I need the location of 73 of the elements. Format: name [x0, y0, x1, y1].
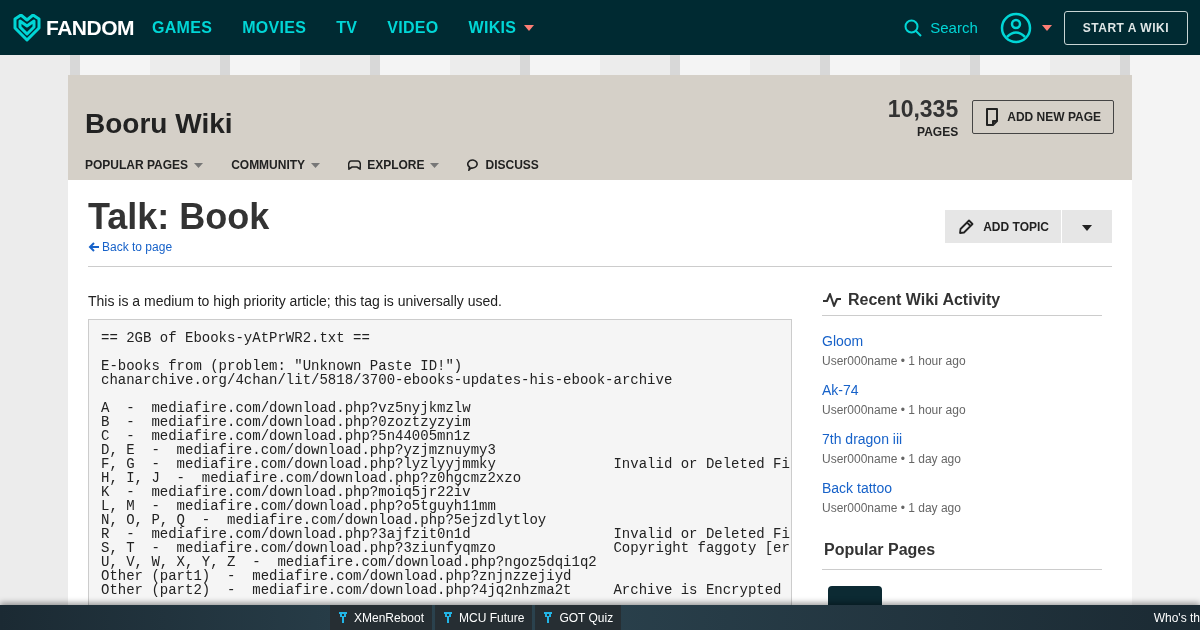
nav-link[interactable]: TV [336, 18, 358, 37]
activity-page-link[interactable]: Back tattoo [822, 480, 893, 496]
caret-icon [430, 162, 440, 168]
code-line: S, T - mediafire.com/download.php?3ziunfyqmzo [101, 541, 496, 555]
nav-link[interactable]: GAMES [152, 18, 213, 37]
activity-page-link[interactable]: Ak-74 [822, 382, 859, 398]
heart-icon [12, 13, 42, 42]
toolbar-text: Who's th [1153, 610, 1200, 625]
code-line: N, O, P, Q - mediafire.com/download.php?5ejzdlytloy [101, 513, 548, 527]
fandom-logo[interactable]: FANDOM [12, 13, 134, 42]
speech-bubble-icon [467, 159, 480, 171]
code-line: C - mediafire.com/download.php?5n44005mn1z [101, 429, 471, 443]
sidebar-heading: Popular Pages [822, 541, 1102, 570]
pencil-icon [957, 217, 976, 236]
activity-meta: User000name • 1 day ago [822, 452, 962, 466]
toolbar-item[interactable]: XMenReboot [330, 605, 433, 630]
code-line: Other (part1) - mediafire.com/download.php?znjnzzejiyd [101, 569, 572, 583]
page-title: Talk: Book [88, 196, 270, 238]
pin-icon [443, 611, 454, 624]
caret-icon [1082, 225, 1092, 231]
code-line: L, M - mediafire.com/download.php?o5tguyh11mm [101, 499, 496, 513]
code-note: Invalid or Deleted Fi [613, 457, 790, 471]
code-line: F, G - mediafire.com/download.php?lyzlyyjmmky [101, 457, 496, 471]
caret-icon [311, 162, 321, 168]
back-link[interactable]: Back to page [88, 240, 270, 254]
page-count: 10,335 [887, 95, 959, 123]
start-wiki-button[interactable]: START A WIKI [1063, 10, 1188, 45]
code-line: chanarchive.org/4chan/lit/5818/3700-ebooks-updates-his-ebook-archive [101, 373, 673, 387]
code-note: Invalid or Deleted Fi [613, 527, 790, 541]
caret-icon[interactable] [1041, 24, 1052, 31]
search-link[interactable]: Search [904, 18, 978, 37]
toolbar-item[interactable]: GOT Quiz [535, 605, 622, 630]
toolbar-item[interactable]: MCU Future [435, 605, 533, 630]
add-new-page-button[interactable]: ADD NEW PAGE [972, 100, 1114, 134]
nav-link[interactable]: MOVIES [242, 18, 307, 37]
user-icon[interactable] [999, 11, 1032, 44]
page-thumbnail[interactable] [828, 586, 882, 605]
code-line: A - mediafire.com/download.php?vz5nyjkmzlw [101, 401, 472, 415]
gamepad-icon [348, 160, 362, 170]
caret-icon [194, 162, 204, 168]
code-line: K - mediafire.com/download.php?moiq5jr22iv [101, 485, 471, 499]
nav-link[interactable]: WIKIS [468, 18, 535, 37]
code-note: Archive is Encrypted [613, 583, 782, 597]
code-line: D, E - mediafire.com/download.php?yzjmznuymy3 [101, 443, 497, 457]
code-line: U, V, W, X, Y, Z - mediafire.com/download.php?ngoz5dqi1q2 [101, 555, 598, 569]
code-line: B - mediafire.com/download.php?0zoztzyzyim [101, 415, 472, 429]
nav-link[interactable]: VIDEO [387, 18, 439, 37]
activity-icon [822, 292, 842, 308]
page-icon [985, 108, 1000, 126]
search-icon [904, 18, 923, 37]
article-text: This is a medium to high priority article; this tag is universally used. [88, 293, 503, 309]
left-arrow-icon [88, 242, 100, 252]
activity-page-link[interactable]: Gloom [822, 333, 864, 349]
activity-meta: User000name • 1 hour ago [822, 354, 967, 368]
wiki-menu-item[interactable]: COMMUNITY [231, 158, 321, 172]
wiki-title: Booru Wiki [85, 108, 234, 140]
code-line: Other (part2) - mediafire.com/download.php?4jq2nhzma2t [101, 583, 573, 597]
pages-label: PAGES [916, 124, 959, 139]
sidebar-heading-text: Recent Wiki Activity [848, 291, 1001, 309]
code-line: == 2GB of Ebooks-yAtPrWR2.txt == [101, 331, 371, 345]
wiki-menu-item[interactable]: DISCUSS [467, 158, 539, 172]
activity-meta: User000name • 1 day ago [822, 501, 962, 515]
wiki-menu-item[interactable]: EXPLORE [348, 158, 440, 172]
activity-page-link[interactable]: 7th dragon iii [822, 431, 903, 447]
code-line: H, I, J - mediafire.com/download.php?z0hgcmz2xzo [101, 471, 523, 485]
wiki-menu-item[interactable]: POPULAR PAGES [85, 158, 204, 172]
code-note: Copyright faggoty [er [613, 541, 790, 555]
code-line: E-books from (problem: "Unknown Paste ID!") [101, 359, 463, 373]
activity-meta: User000name • 1 hour ago [822, 403, 967, 417]
pin-icon [543, 611, 554, 624]
code-line: R - mediafire.com/download.php?3ajfzit0n1d [101, 527, 472, 541]
pin-icon [338, 611, 348, 624]
add-topic-button[interactable]: ADD TOPIC [945, 210, 1062, 243]
